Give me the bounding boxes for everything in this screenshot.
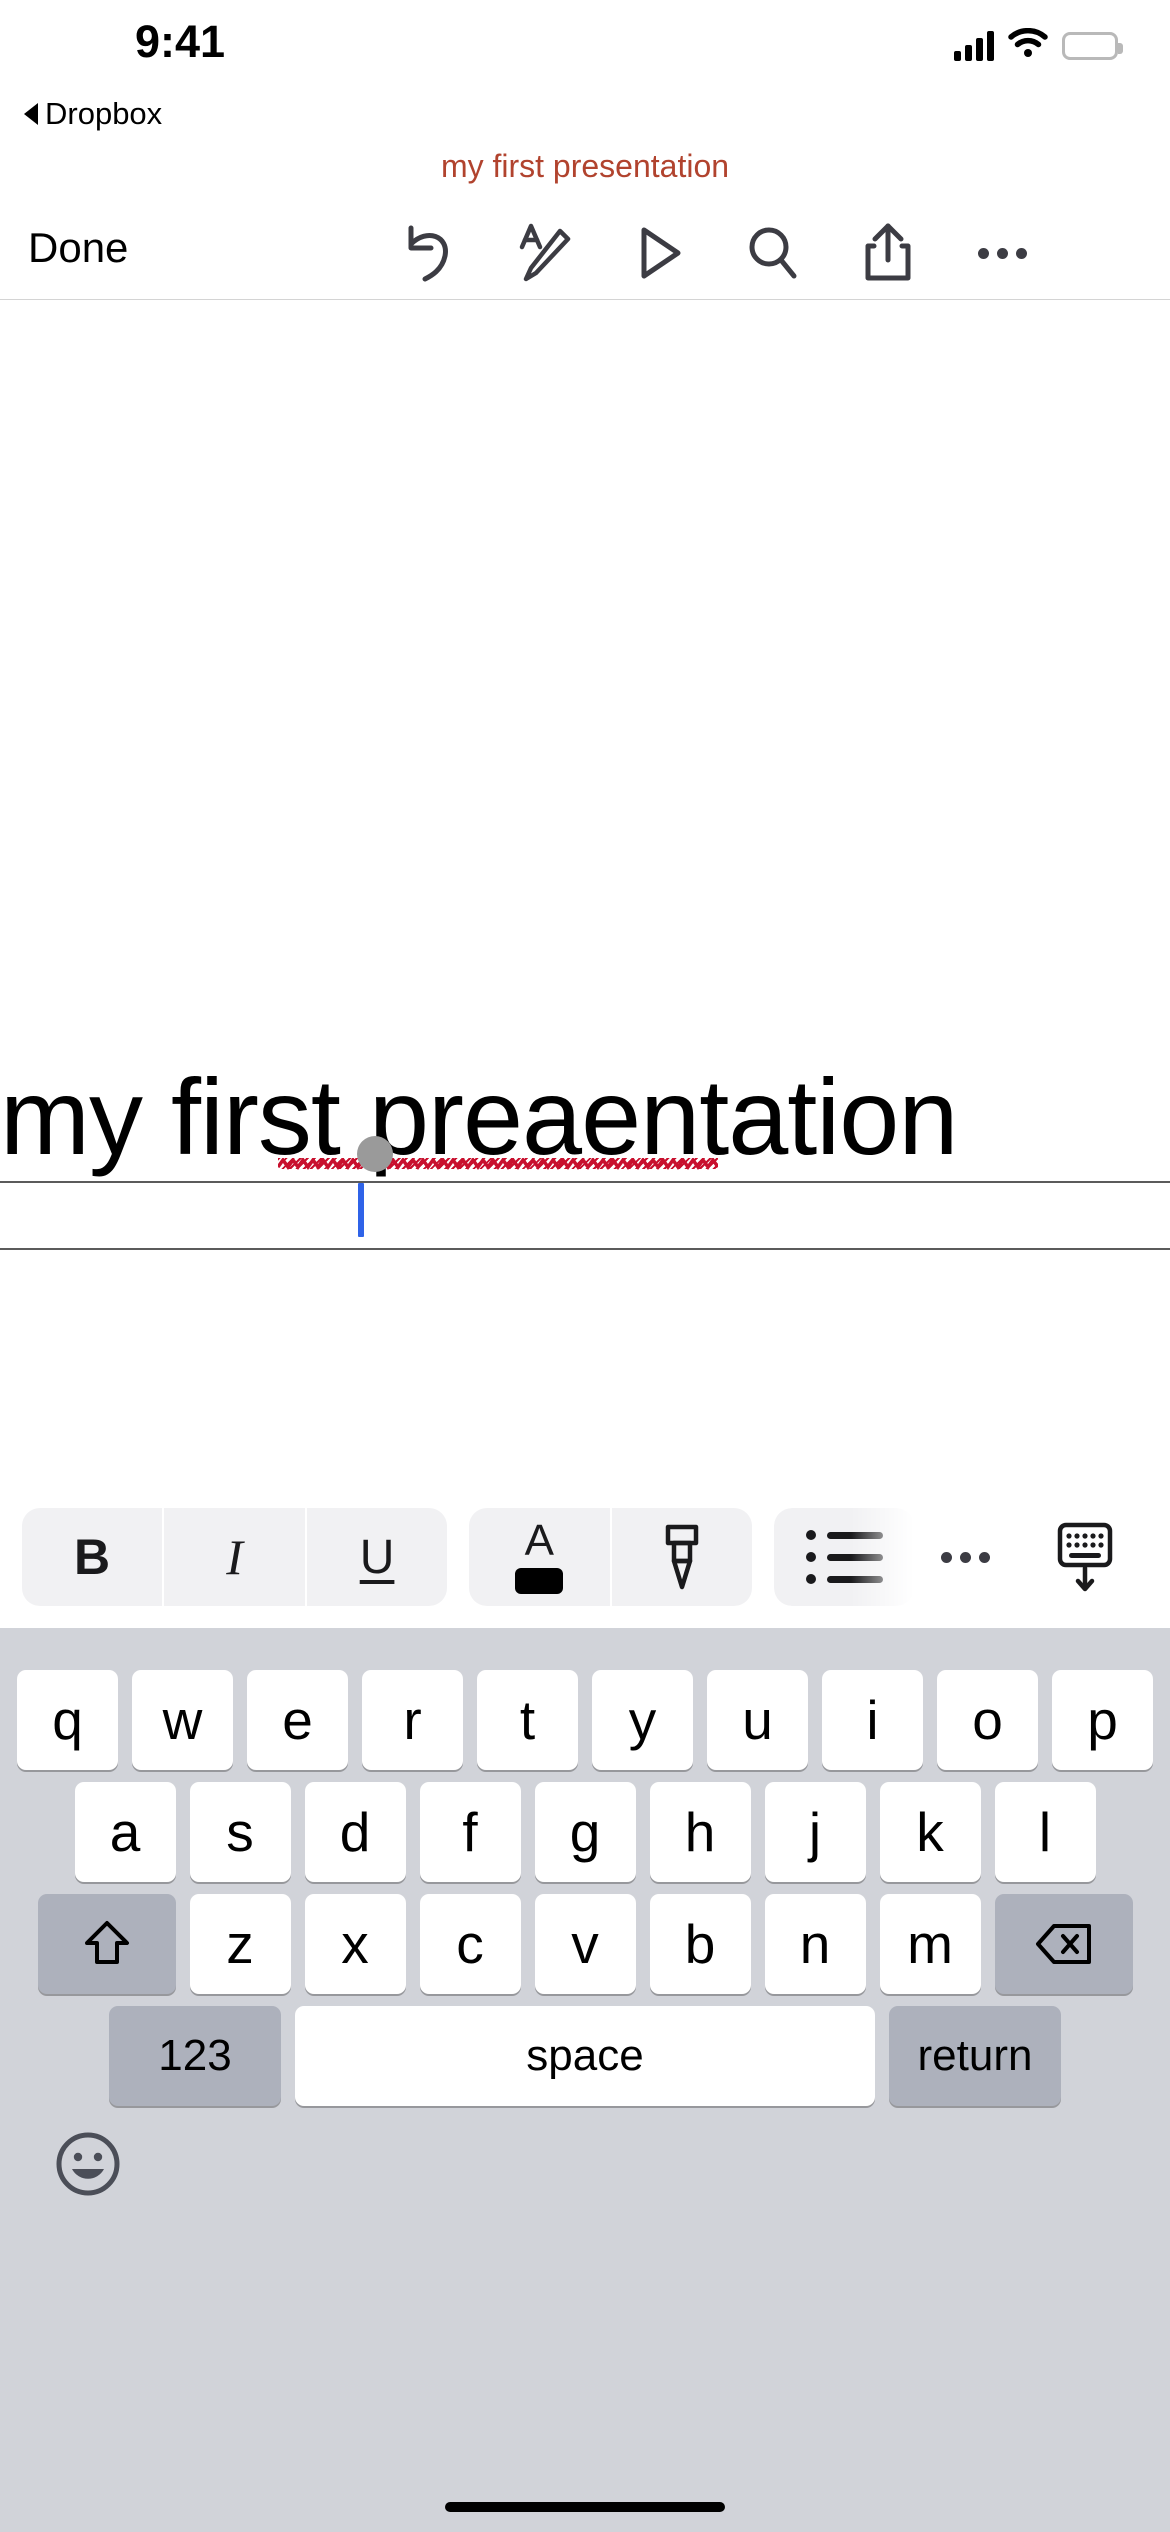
key-u[interactable]: u xyxy=(707,1670,808,1770)
key-g[interactable]: g xyxy=(534,1782,636,1882)
numbers-key[interactable]: 123 xyxy=(109,2006,281,2106)
highlighter-button[interactable] xyxy=(612,1508,753,1606)
ellipsis-dots xyxy=(941,1551,991,1563)
home-indicator xyxy=(445,2502,725,2512)
key-h[interactable]: h xyxy=(649,1782,751,1882)
app-screen: 9:41 Dropbox my first presentation Done xyxy=(0,0,1170,2532)
slide-canvas[interactable]: my first preaentation xyxy=(0,301,1170,1486)
hide-keyboard-icon xyxy=(1057,1522,1112,1592)
share-icon[interactable] xyxy=(830,206,945,300)
key-r[interactable]: r xyxy=(362,1670,463,1770)
main-toolbar: Done xyxy=(0,206,1170,300)
text-color-button[interactable]: A xyxy=(469,1508,610,1606)
resize-handle[interactable] xyxy=(357,1136,393,1172)
keyboard-row-4: 123 space return xyxy=(0,2006,1170,2106)
bullet-list-button[interactable] xyxy=(774,1508,915,1606)
status-bar: 9:41 xyxy=(0,0,1170,88)
text-color-icon: A xyxy=(511,1516,567,1594)
key-m[interactable]: m xyxy=(879,1894,981,1994)
text-style-group: B I U xyxy=(21,1508,448,1606)
back-link-label: Dropbox xyxy=(45,96,163,131)
key-i[interactable]: i xyxy=(822,1670,923,1770)
highlighter-icon xyxy=(665,1524,699,1590)
key-p[interactable]: p xyxy=(1052,1670,1153,1770)
key-q[interactable]: q xyxy=(17,1670,118,1770)
spellcheck-underline xyxy=(278,1158,718,1170)
status-indicators xyxy=(954,28,1123,63)
emoji-key[interactable] xyxy=(52,2128,124,2200)
key-w[interactable]: w xyxy=(132,1670,233,1770)
key-f[interactable]: f xyxy=(419,1782,521,1882)
key-z[interactable]: z xyxy=(189,1894,291,1994)
more-format-button[interactable] xyxy=(906,1508,1025,1606)
play-icon[interactable] xyxy=(600,206,715,300)
space-key[interactable]: space xyxy=(295,2006,875,2106)
bold-button[interactable]: B xyxy=(22,1508,163,1606)
undo-icon[interactable] xyxy=(370,206,485,300)
backspace-icon xyxy=(1035,1924,1091,1964)
more-icon[interactable] xyxy=(945,206,1060,300)
key-d[interactable]: d xyxy=(304,1782,406,1882)
back-to-dropbox-link[interactable]: Dropbox xyxy=(24,96,162,132)
shift-arrow-icon xyxy=(84,1921,129,1964)
key-e[interactable]: e xyxy=(247,1670,348,1770)
back-triangle-icon xyxy=(24,103,38,125)
key-y[interactable]: y xyxy=(592,1670,693,1770)
key-a[interactable]: a xyxy=(74,1782,176,1882)
formatting-toolbar: B I U A xyxy=(0,1486,1170,1628)
key-c[interactable]: c xyxy=(419,1894,521,1994)
color-group: A xyxy=(469,1508,753,1606)
key-o[interactable]: o xyxy=(937,1670,1038,1770)
key-l[interactable]: l xyxy=(994,1782,1096,1882)
emoji-smiley-icon xyxy=(56,2132,120,2196)
annotate-icon[interactable] xyxy=(485,206,600,300)
key-j[interactable]: j xyxy=(764,1782,866,1882)
key-v[interactable]: v xyxy=(534,1894,636,1994)
slide-heading[interactable]: my first preaentation xyxy=(0,1063,1170,1171)
bullet-list-icon xyxy=(805,1530,883,1584)
keyboard-row-3: zxcvbnm xyxy=(0,1894,1170,1994)
wifi-icon xyxy=(1008,28,1048,63)
text-box-divider-bottom xyxy=(0,1248,1170,1250)
underline-button[interactable]: U xyxy=(307,1508,448,1606)
return-key[interactable]: return xyxy=(889,2006,1061,2106)
status-time: 9:41 xyxy=(135,16,226,67)
color-swatch xyxy=(515,1568,564,1594)
shift-key[interactable] xyxy=(37,1894,176,1994)
italic-button[interactable]: I xyxy=(164,1508,305,1606)
document-title[interactable]: my first presentation xyxy=(0,148,1170,185)
ellipsis-dots xyxy=(978,247,1027,259)
list-group xyxy=(773,1508,915,1606)
battery-full-icon xyxy=(1062,31,1123,60)
keyboard-row-1: qwertyuiop xyxy=(0,1670,1170,1770)
key-x[interactable]: x xyxy=(304,1894,406,1994)
keyboard-row-2: asdfghjkl xyxy=(0,1782,1170,1882)
key-n[interactable]: n xyxy=(764,1894,866,1994)
text-color-letter: A xyxy=(524,1516,555,1565)
search-icon[interactable] xyxy=(715,206,830,300)
toolbar-icon-group xyxy=(370,206,1170,300)
hide-keyboard-button[interactable] xyxy=(1025,1508,1144,1606)
key-t[interactable]: t xyxy=(477,1670,578,1770)
key-k[interactable]: k xyxy=(879,1782,981,1882)
text-cursor xyxy=(358,1183,364,1237)
done-button[interactable]: Done xyxy=(28,224,128,272)
software-keyboard: qwertyuiop asdfghjkl zxcvbnm 123 space r… xyxy=(0,1628,1170,2532)
key-b[interactable]: b xyxy=(649,1894,751,1994)
backspace-key[interactable] xyxy=(994,1894,1133,1994)
cellular-bars-icon xyxy=(954,30,994,61)
text-box-divider-top xyxy=(0,1181,1170,1183)
key-s[interactable]: s xyxy=(189,1782,291,1882)
